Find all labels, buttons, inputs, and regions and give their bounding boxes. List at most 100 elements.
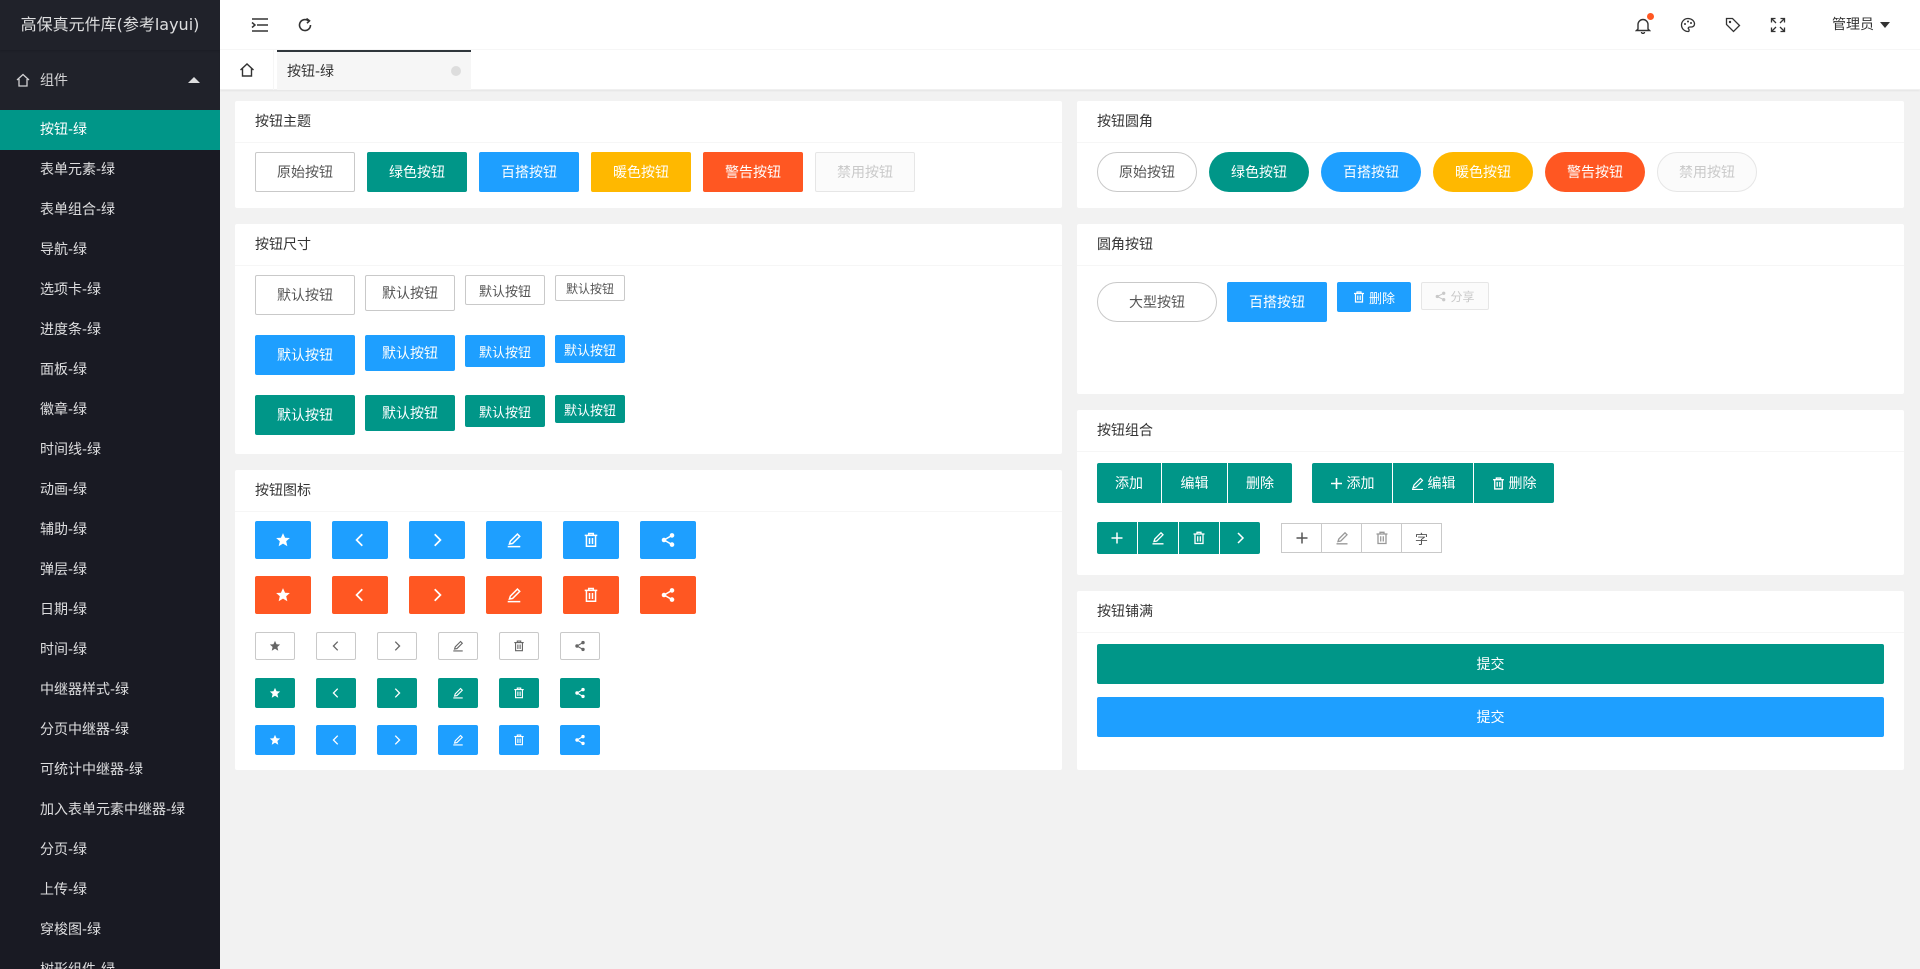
group-delete-button[interactable]: 删除 — [1228, 463, 1292, 503]
button-warm[interactable]: 暖色按钮 — [591, 152, 691, 192]
star-icon-button[interactable] — [255, 576, 311, 614]
chevron-right-icon-button[interactable] — [377, 678, 417, 708]
group-edit-button[interactable]: 编辑 — [1162, 463, 1227, 503]
trash-icon-button[interactable] — [499, 632, 539, 660]
chevron-left-icon-button[interactable] — [316, 725, 356, 755]
trash-icon-button[interactable] — [1361, 523, 1402, 553]
button-delete[interactable]: 删除 — [1337, 282, 1411, 312]
share-icon-button[interactable] — [560, 632, 600, 660]
tab-active[interactable]: 按钮-绿 — [277, 50, 471, 90]
submit-button-fluid[interactable]: 提交 — [1097, 644, 1884, 684]
button-size-sm[interactable]: 默认按钮 — [465, 275, 545, 305]
sidebar-item[interactable]: 时间-绿 — [0, 630, 220, 670]
chevron-right-icon-button[interactable] — [377, 632, 417, 660]
sidebar-item[interactable]: 上传-绿 — [0, 870, 220, 910]
user-menu[interactable]: 管理员 — [1832, 0, 1890, 50]
close-icon[interactable] — [451, 66, 461, 76]
group-icon-edit-button[interactable]: 编辑 — [1393, 463, 1473, 503]
trash-icon-button[interactable] — [563, 521, 619, 559]
share-icon-button[interactable] — [560, 678, 600, 708]
sidebar-item[interactable]: 动画-绿 — [0, 470, 220, 510]
sidebar-item[interactable]: 中继器样式-绿 — [0, 670, 220, 710]
chevron-left-icon-button[interactable] — [316, 632, 356, 660]
button-normal-radius[interactable]: 百搭按钮 — [1321, 152, 1421, 192]
group-icon-delete-button[interactable]: 删除 — [1474, 463, 1554, 503]
tag-icon[interactable] — [1723, 15, 1743, 35]
share-icon-button[interactable] — [640, 521, 696, 559]
button-size-sm[interactable]: 默认按钮 — [465, 335, 545, 367]
edit-icon-button[interactable] — [486, 576, 542, 614]
chevron-left-icon-button[interactable] — [332, 521, 388, 559]
sidebar-item[interactable]: 进度条-绿 — [0, 310, 220, 350]
button-warm-radius[interactable]: 暖色按钮 — [1433, 152, 1533, 192]
trash-icon-button[interactable] — [499, 725, 539, 755]
trash-icon-button[interactable] — [563, 576, 619, 614]
sidebar-item[interactable]: 加入表单元素中继器-绿 — [0, 790, 220, 830]
sidebar-item[interactable]: 表单组合-绿 — [0, 190, 220, 230]
edit-icon-button[interactable] — [438, 678, 478, 708]
star-icon-button[interactable] — [255, 632, 295, 660]
button-size-lg[interactable]: 默认按钮 — [255, 395, 355, 435]
star-icon-button[interactable] — [255, 725, 295, 755]
button-danger-radius[interactable]: 警告按钮 — [1545, 152, 1645, 192]
chevron-left-icon-button[interactable] — [316, 678, 356, 708]
trash-icon-button[interactable] — [1179, 522, 1219, 554]
edit-icon-button[interactable] — [1321, 523, 1362, 553]
sidebar-item[interactable]: 选项卡-绿 — [0, 270, 220, 310]
button-size-lg[interactable]: 默认按钮 — [255, 275, 355, 315]
sidebar-item[interactable]: 按钮-绿 — [0, 110, 220, 150]
button-size-sm[interactable]: 默认按钮 — [465, 395, 545, 427]
button-primary[interactable]: 原始按钮 — [255, 152, 355, 192]
group-icon-add-button[interactable]: 添加 — [1312, 463, 1392, 503]
char-button[interactable]: 字 — [1401, 523, 1442, 553]
edit-icon-button[interactable] — [486, 521, 542, 559]
sidebar-item[interactable]: 日期-绿 — [0, 590, 220, 630]
trash-icon-button[interactable] — [499, 678, 539, 708]
star-icon-button[interactable] — [255, 678, 295, 708]
star-icon-button[interactable] — [255, 521, 311, 559]
sidebar-item[interactable]: 徽章-绿 — [0, 390, 220, 430]
sidebar-item[interactable]: 时间线-绿 — [0, 430, 220, 470]
submit-button-fluid[interactable]: 提交 — [1097, 697, 1884, 737]
button-primary-radius[interactable]: 原始按钮 — [1097, 152, 1197, 192]
sidebar-item[interactable]: 弹层-绿 — [0, 550, 220, 590]
button-size-lg[interactable]: 默认按钮 — [255, 335, 355, 375]
share-icon-button[interactable] — [640, 576, 696, 614]
button-green[interactable]: 绿色按钮 — [367, 152, 467, 192]
chevron-right-icon-button[interactable] — [1220, 522, 1260, 554]
sidebar-item[interactable]: 分页-绿 — [0, 830, 220, 870]
plus-icon-button[interactable] — [1097, 522, 1137, 554]
plus-icon-button[interactable] — [1281, 523, 1322, 553]
group-add-button[interactable]: 添加 — [1097, 463, 1161, 503]
sidebar-item[interactable]: 面板-绿 — [0, 350, 220, 390]
refresh-icon[interactable] — [295, 15, 315, 35]
button-green-radius[interactable]: 绿色按钮 — [1209, 152, 1309, 192]
edit-icon-button[interactable] — [1138, 522, 1178, 554]
button-large-radius[interactable]: 大型按钮 — [1097, 282, 1217, 322]
sidebar-item[interactable]: 导航-绿 — [0, 230, 220, 270]
chevron-right-icon-button[interactable] — [409, 521, 465, 559]
tab-home[interactable] — [220, 50, 274, 90]
edit-icon-button[interactable] — [438, 632, 478, 660]
sidebar-item[interactable]: 分页中继器-绿 — [0, 710, 220, 750]
sidebar-item[interactable]: 辅助-绿 — [0, 510, 220, 550]
button-normal[interactable]: 百搭按钮 — [479, 152, 579, 192]
sidebar-item[interactable]: 可统计中继器-绿 — [0, 750, 220, 790]
menu-fold-icon[interactable] — [250, 15, 270, 35]
button-size-default[interactable]: 默认按钮 — [365, 395, 455, 431]
sidebar-item[interactable]: 表单元素-绿 — [0, 150, 220, 190]
button-size-default[interactable]: 默认按钮 — [365, 275, 455, 311]
button-normal[interactable]: 百搭按钮 — [1227, 282, 1327, 322]
bell-icon[interactable] — [1633, 13, 1654, 35]
button-size-xs[interactable]: 默认按钮 — [555, 275, 625, 301]
button-size-xs[interactable]: 默认按钮 — [555, 395, 625, 423]
palette-icon[interactable] — [1678, 15, 1698, 35]
button-danger[interactable]: 警告按钮 — [703, 152, 803, 192]
chevron-right-icon-button[interactable] — [377, 725, 417, 755]
share-icon-button[interactable] — [560, 725, 600, 755]
chevron-right-icon-button[interactable] — [409, 576, 465, 614]
chevron-left-icon-button[interactable] — [332, 576, 388, 614]
sidebar-item[interactable]: 穿梭图-绿 — [0, 910, 220, 950]
fullscreen-icon[interactable] — [1768, 15, 1788, 35]
button-size-xs[interactable]: 默认按钮 — [555, 335, 625, 363]
